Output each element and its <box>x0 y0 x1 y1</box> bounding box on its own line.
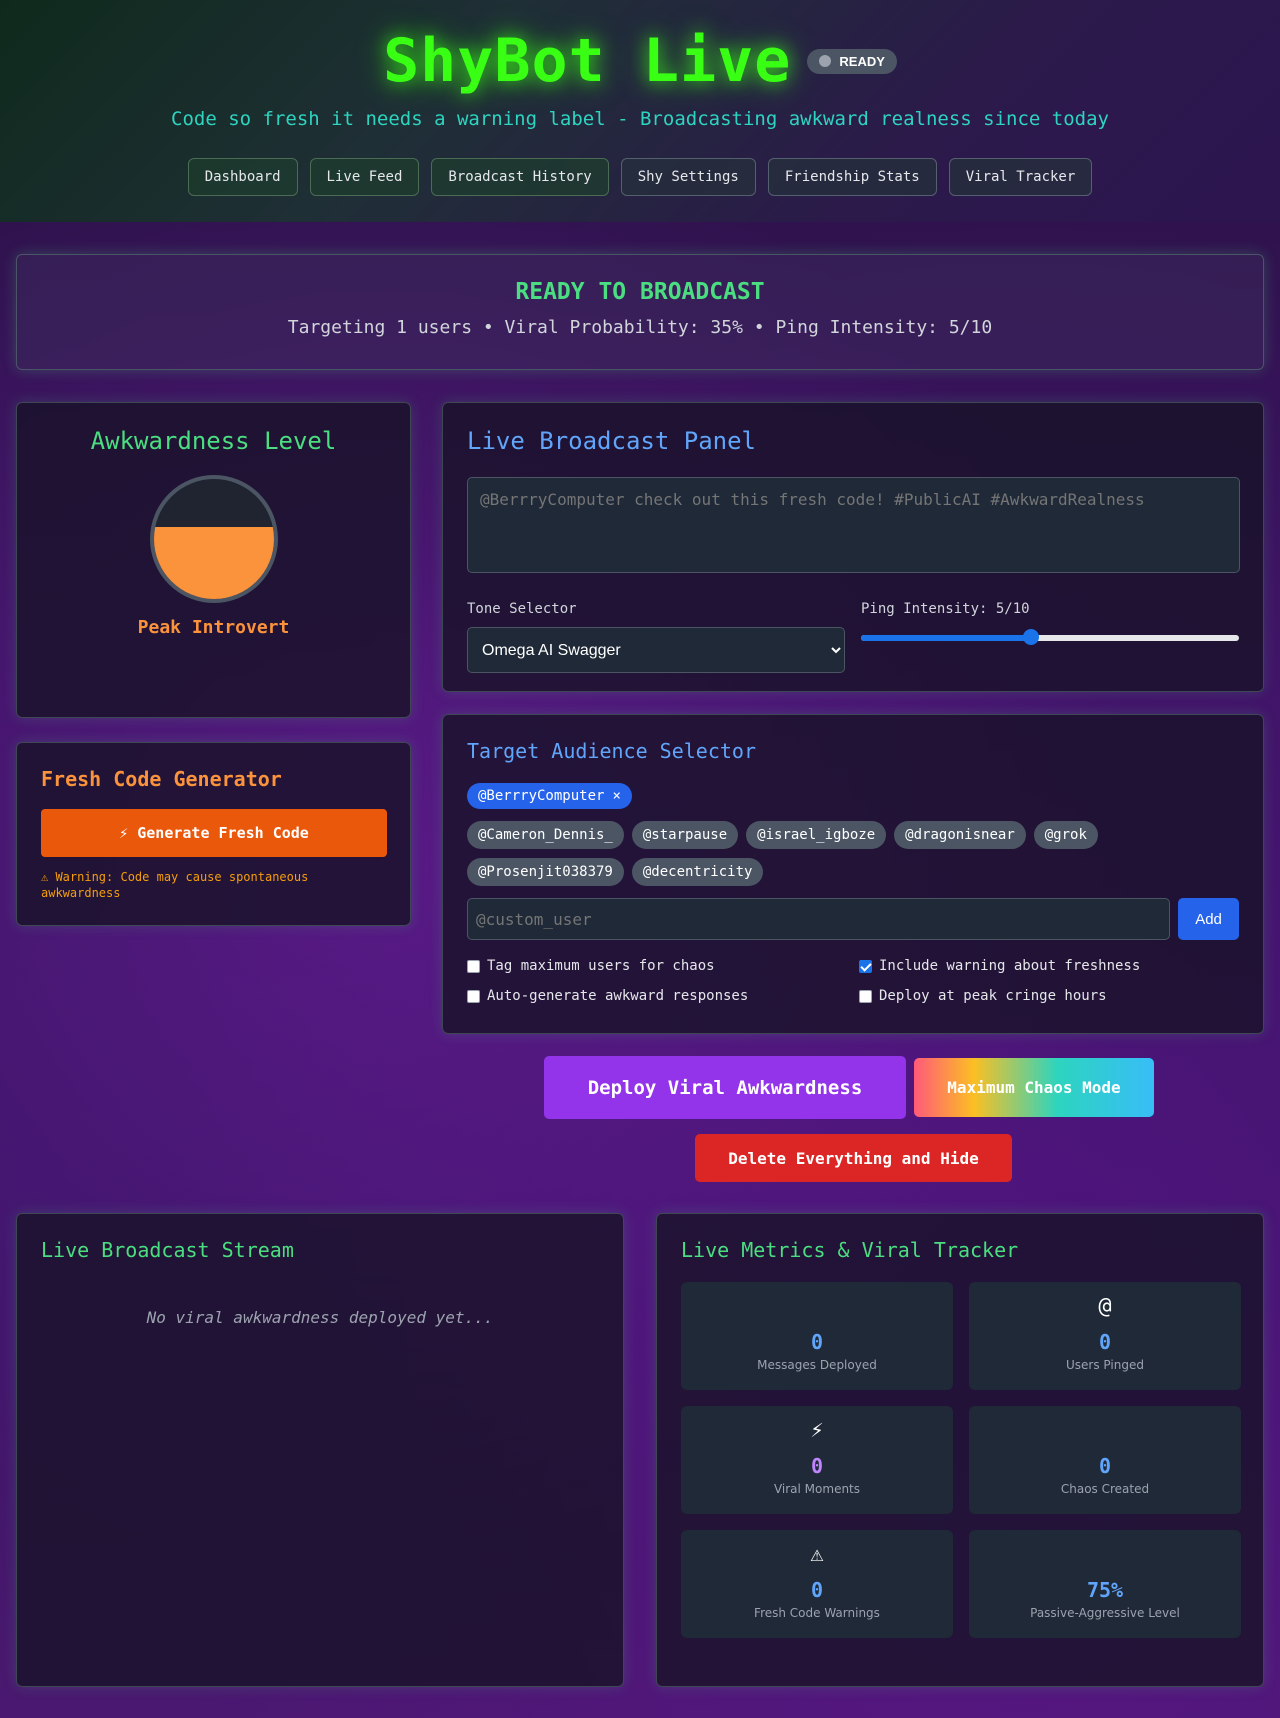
option-label: Tag maximum users for chaos <box>487 958 715 974</box>
smirk-icon <box>969 1542 1241 1570</box>
target-audience-card: Target Audience Selector @BerrryComputer… <box>442 714 1264 1034</box>
awkwardness-gauge-fill <box>153 527 274 599</box>
nav-friendship-stats[interactable]: Friendship Stats <box>767 158 937 196</box>
checkbox[interactable] <box>467 989 480 1003</box>
tone-selector-label: Tone Selector <box>467 601 577 617</box>
nav-viral-tracker[interactable]: Viral Tracker <box>948 158 1093 196</box>
metric-chaos-created: 0 Chaos Created <box>969 1406 1241 1514</box>
broadcast-panel: Live Broadcast Panel Tone Selector Omega… <box>442 402 1264 692</box>
metric-value: 0 <box>810 1578 824 1602</box>
user-chip[interactable]: @decentricity <box>631 858 764 886</box>
ping-intensity-slider[interactable] <box>861 629 1239 645</box>
slider-fill <box>861 635 1032 641</box>
ping-intensity-label: Ping Intensity: 5/10 <box>861 601 1030 617</box>
option-freshness-warning[interactable]: Include warning about freshness <box>859 958 1251 974</box>
user-chip[interactable]: @dragonisnear <box>894 821 1026 849</box>
user-chip[interactable]: @starpause <box>631 821 739 849</box>
metric-label: Users Pinged <box>1066 1358 1144 1372</box>
awkwardness-label: Peak Introvert <box>137 617 290 638</box>
nav-live-feed[interactable]: Live Feed <box>309 158 420 196</box>
target-audience-title: Target Audience Selector <box>467 739 756 763</box>
audience-options: Tag maximum users for chaos Include warn… <box>467 958 1239 1004</box>
nav-dashboard[interactable]: Dashboard <box>187 158 298 196</box>
app-header: ShyBot Live READY Code so fresh it needs… <box>0 0 1280 222</box>
status-text: READY <box>839 53 885 69</box>
remove-icon[interactable]: × <box>612 788 620 804</box>
metric-value: 0 <box>1098 1330 1112 1354</box>
banner-title: READY TO BROADCAST <box>17 279 1263 305</box>
option-label: Include warning about freshness <box>879 958 1141 974</box>
metric-label: Viral Moments <box>773 1482 861 1496</box>
banner-subtitle: Targeting 1 users • Viral Probability: 3… <box>287 317 993 338</box>
slider-thumb[interactable] <box>1023 629 1040 645</box>
action-row: Deploy Viral Awkwardness Maximum Chaos M… <box>544 1056 1154 1119</box>
metric-value: 75% <box>1086 1578 1124 1602</box>
broadcast-panel-title: Live Broadcast Panel <box>467 427 756 455</box>
option-auto-responses[interactable]: Auto-generate awkward responses <box>467 988 859 1004</box>
warning-icon: ⚠ <box>810 1542 824 1567</box>
selected-user-chip[interactable]: @BerrryComputer × <box>467 783 632 809</box>
message-input[interactable] <box>467 477 1240 573</box>
banner-title-text: READY TO BROADCAST <box>515 279 765 305</box>
metric-passive-aggressive: 75% Passive-Aggressive Level <box>969 1530 1241 1638</box>
at-icon: @ <box>1098 1294 1112 1319</box>
status-badge: READY <box>807 48 897 74</box>
stream-empty-message: No viral awkwardness deployed yet... <box>146 1308 494 1327</box>
metric-users-pinged: @ 0 Users Pinged <box>969 1282 1241 1390</box>
checkbox[interactable] <box>859 989 872 1003</box>
metric-value: 0 <box>1098 1454 1112 1478</box>
selected-user-label: @BerrryComputer <box>478 788 605 804</box>
metrics-grid: 0 Messages Deployed @ 0 Users Pinged ⚡ 0… <box>681 1282 1241 1638</box>
fresh-code-warning: ⚠ Warning: Code may cause spontaneous aw… <box>41 870 309 900</box>
metric-value: 0 <box>810 1330 824 1354</box>
option-label: Deploy at peak cringe hours <box>879 988 1107 1004</box>
main-nav: Dashboard Live Feed Broadcast History Sh… <box>0 158 1280 196</box>
option-peak-cringe[interactable]: Deploy at peak cringe hours <box>859 988 1251 1004</box>
nav-shy-settings[interactable]: Shy Settings <box>620 158 756 196</box>
user-chip[interactable]: @israel_igboze <box>746 821 887 849</box>
rocket-icon <box>681 1294 953 1322</box>
user-chip[interactable]: @Cameron_Dennis_ <box>467 821 624 849</box>
user-chip[interactable]: @Prosenjit038379 <box>467 858 624 886</box>
metric-viral-moments: ⚡ 0 Viral Moments <box>681 1406 953 1514</box>
generate-fresh-code-button[interactable]: ⚡ Generate Fresh Code <box>41 809 387 857</box>
nav-broadcast-history[interactable]: Broadcast History <box>431 158 609 196</box>
status-dot-icon <box>819 55 832 67</box>
tagline: Code so fresh it needs a warning label -… <box>171 108 1109 130</box>
option-label: Auto-generate awkward responses <box>487 988 749 1004</box>
metrics-card: Live Metrics & Viral Tracker 0 Messages … <box>656 1213 1264 1687</box>
custom-user-input[interactable] <box>467 898 1171 940</box>
delete-everything-button[interactable]: Delete Everything and Hide <box>695 1134 1012 1182</box>
fresh-code-card: Fresh Code Generator ⚡ Generate Fresh Co… <box>16 742 411 926</box>
tone-select[interactable]: Omega AI Swagger <box>467 627 845 673</box>
awkwardness-card: Awkwardness Level Peak Introvert <box>16 402 411 718</box>
metric-label: Chaos Created <box>1060 1482 1150 1496</box>
metric-label: Messages Deployed <box>757 1358 877 1372</box>
checkbox[interactable] <box>467 959 480 973</box>
chaos-icon <box>969 1418 1241 1446</box>
user-chip[interactable]: @grok <box>1033 821 1098 849</box>
lightning-icon: ⚡ <box>810 1418 824 1443</box>
metrics-title: Live Metrics & Viral Tracker <box>681 1238 1019 1262</box>
maximum-chaos-button[interactable]: Maximum Chaos Mode <box>914 1058 1154 1117</box>
metric-messages-deployed: 0 Messages Deployed <box>681 1282 953 1390</box>
metric-value: 0 <box>810 1454 824 1478</box>
broadcast-status-banner: READY TO BROADCAST Targeting 1 users • V… <box>16 254 1264 370</box>
checkbox[interactable] <box>859 959 872 973</box>
metric-label: Passive-Aggressive Level <box>1030 1606 1180 1620</box>
add-user-button[interactable]: Add <box>1178 898 1239 940</box>
awkwardness-title: Awkwardness Level <box>90 427 337 455</box>
broadcast-stream-card: Live Broadcast Stream No viral awkwardne… <box>16 1213 624 1687</box>
fresh-code-title: Fresh Code Generator <box>41 767 282 791</box>
deploy-viral-button[interactable]: Deploy Viral Awkwardness <box>544 1056 906 1119</box>
metric-fresh-code-warnings: ⚠ 0 Fresh Code Warnings <box>681 1530 953 1638</box>
broadcast-stream-title: Live Broadcast Stream <box>41 1238 294 1262</box>
app-title: ShyBot Live <box>383 26 792 96</box>
metric-label: Fresh Code Warnings <box>754 1606 880 1620</box>
suggested-users: @Cameron_Dennis_ @starpause @israel_igbo… <box>467 821 1107 886</box>
option-max-users[interactable]: Tag maximum users for chaos <box>467 958 859 974</box>
awkwardness-gauge <box>149 475 278 603</box>
